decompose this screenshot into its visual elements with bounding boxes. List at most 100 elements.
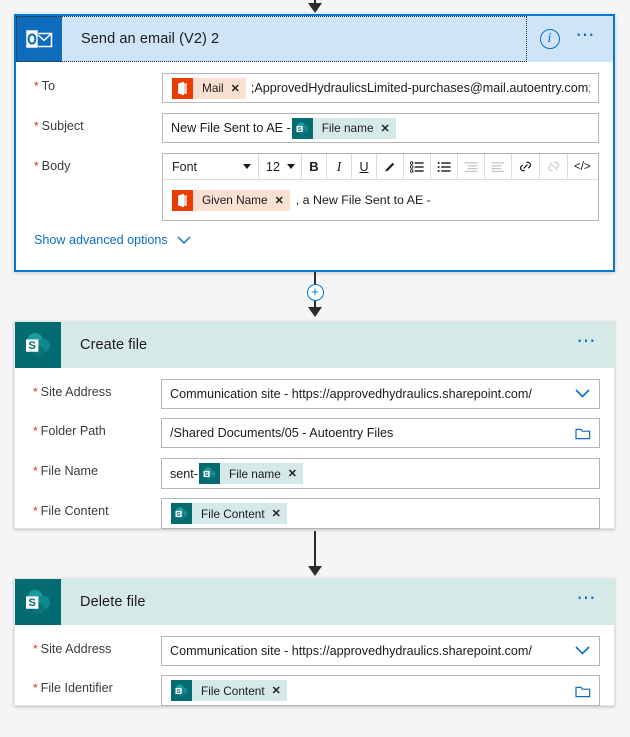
office-365-outlook-icon (172, 77, 193, 99)
folder-path-value: /Shared Documents/05 - Autoentry Files (170, 426, 394, 440)
row-body: * Body Font 12 B I U </> Given Name ✕ , … (16, 143, 613, 221)
label-file-content: * File Content (33, 504, 109, 518)
folder-picker-icon[interactable] (569, 684, 591, 698)
folder-path-field[interactable]: /Shared Documents/05 - Autoentry Files (161, 418, 600, 448)
token-file-name-body: File name ✕ (220, 463, 304, 484)
token-file-content[interactable]: S File Content ✕ (171, 503, 287, 524)
row-file-name: * File Name sent- S File name ✕ (15, 449, 614, 489)
token-remove-icon[interactable]: ✕ (288, 467, 297, 480)
body-content[interactable]: Given Name ✕ , a New File Sent to AE - (163, 180, 598, 220)
label-file-name: * File Name (33, 464, 99, 478)
row-site-address: * Site Address Communication site - https… (15, 625, 614, 666)
sharepoint-icon: S (15, 322, 61, 368)
svg-text:S: S (177, 512, 181, 518)
flow-designer-canvas: Send an email (V2) 2 i ⋯ * To Mail ✕ ;Ap… (0, 0, 630, 737)
unlink-icon[interactable] (540, 154, 568, 179)
token-file-name[interactable]: S File name ✕ (199, 463, 304, 484)
card-delete-file[interactable]: S Delete file ⋯ * Site Address Communicat… (14, 578, 615, 706)
office-365-outlook-icon (172, 189, 193, 211)
row-to: * To Mail ✕ ;ApprovedHydraulicsLimited-p… (16, 62, 613, 103)
more-options-icon[interactable]: ⋯ (577, 332, 599, 351)
label-file-identifier: * File Identifier (33, 681, 113, 695)
sharepoint-icon: S (171, 680, 192, 701)
card-title-send-an-email: Send an email (V2) 2 (81, 31, 220, 47)
required-asterisk: * (33, 385, 38, 399)
file-identifier-field[interactable]: S File Content ✕ (161, 675, 600, 706)
card-create-file[interactable]: S Create file ⋯ * Site Address Communicat… (14, 321, 615, 529)
token-remove-icon[interactable]: ✕ (381, 122, 390, 135)
body-trailing-text: , a New File Sent to AE - (295, 193, 431, 207)
show-advanced-options-button[interactable]: Show advanced options (16, 221, 613, 247)
file-name-field[interactable]: sent- S File name ✕ (161, 458, 600, 489)
row-file-content: * File Content S File Content ✕ (15, 489, 614, 529)
subject-field[interactable]: New File Sent to AE - S File name ✕ (162, 113, 599, 143)
connector-top (0, 0, 630, 13)
chevron-down-icon[interactable] (568, 644, 591, 659)
label-to: * To (34, 79, 55, 93)
required-asterisk: * (33, 681, 38, 695)
show-advanced-options-label: Show advanced options (34, 233, 168, 247)
card-header-delete-file[interactable]: S Delete file ⋯ (15, 579, 614, 625)
card-header-create-file[interactable]: S Create file ⋯ (15, 322, 614, 368)
to-field[interactable]: Mail ✕ ;ApprovedHydraulicsLimited-purcha… (162, 73, 599, 103)
sharepoint-icon: S (291, 117, 313, 139)
more-options-icon[interactable]: ⋯ (577, 589, 599, 608)
chevron-down-icon (176, 233, 192, 247)
token-file-content-body: File Content ✕ (192, 680, 287, 701)
site-address-dropdown[interactable]: Communication site - https://approvedhyd… (161, 379, 600, 409)
bold-icon[interactable]: B (302, 154, 327, 179)
chevron-down-icon[interactable] (568, 387, 591, 402)
underline-icon[interactable]: U (352, 154, 377, 179)
arrow-down-icon (308, 307, 322, 317)
chevron-down-icon (243, 164, 251, 169)
text-color-icon[interactable] (377, 154, 404, 179)
token-mail-body: Mail ✕ (193, 77, 246, 99)
link-icon[interactable] (512, 154, 540, 179)
card-body-create-file: * Site Address Communication site - https… (15, 368, 614, 529)
svg-text:S: S (28, 597, 36, 609)
subject-text: New File Sent to AE - (171, 121, 291, 135)
token-remove-icon[interactable]: ✕ (275, 194, 284, 207)
token-file-name-body: File name ✕ (312, 117, 396, 139)
body-rich-text-editor[interactable]: Font 12 B I U </> Given Name ✕ , a New F… (162, 153, 599, 221)
row-subject: * Subject New File Sent to AE - S File n… (16, 103, 613, 143)
sharepoint-icon: S (15, 579, 61, 625)
rte-toolbar: Font 12 B I U </> (163, 154, 598, 180)
more-options-icon[interactable]: ⋯ (576, 26, 598, 45)
token-remove-icon[interactable]: ✕ (272, 507, 281, 520)
add-step-plus-icon[interactable]: + (306, 284, 324, 301)
card-send-an-email[interactable]: Send an email (V2) 2 i ⋯ * To Mail ✕ ;Ap… (14, 14, 615, 272)
card-header-actions: i ⋯ (539, 26, 614, 49)
font-family-select[interactable]: Font (163, 154, 259, 179)
outdent-icon[interactable] (458, 154, 485, 179)
card-header-send-an-email[interactable]: Send an email (V2) 2 i ⋯ (16, 16, 613, 62)
indent-icon[interactable] (485, 154, 512, 179)
numbered-list-icon[interactable] (431, 154, 458, 179)
token-remove-icon[interactable]: ✕ (272, 684, 281, 697)
italic-icon[interactable]: I (327, 154, 352, 179)
file-content-field[interactable]: S File Content ✕ (161, 498, 600, 529)
label-site-address: * Site Address (33, 385, 112, 399)
connector-email-to-create: + (0, 272, 630, 317)
code-view-icon[interactable]: </> (568, 154, 597, 179)
card-header-actions: ⋯ (577, 589, 615, 608)
font-size-select[interactable]: 12 (259, 154, 302, 179)
token-file-content[interactable]: S File Content ✕ (171, 680, 287, 701)
token-mail[interactable]: Mail ✕ (172, 77, 246, 99)
card-header-actions: ⋯ (577, 332, 615, 351)
token-given-name[interactable]: Given Name ✕ (172, 189, 290, 211)
label-site-address: * Site Address (33, 642, 112, 656)
site-address-value: Communication site - https://approvedhyd… (170, 644, 532, 658)
site-address-dropdown[interactable]: Communication site - https://approvedhyd… (161, 636, 600, 666)
token-file-name[interactable]: S File name ✕ (291, 117, 396, 139)
card-body-send-an-email: * To Mail ✕ ;ApprovedHydraulicsLimited-p… (16, 62, 613, 247)
outlook-icon (16, 16, 62, 62)
svg-text:S: S (28, 340, 36, 352)
info-icon[interactable]: i (539, 29, 560, 49)
label-subject: * Subject (34, 119, 84, 133)
svg-text:S: S (297, 126, 301, 132)
folder-picker-icon[interactable] (569, 426, 591, 440)
arrow-down-icon (308, 3, 322, 13)
bulleted-list-icon[interactable] (404, 154, 431, 179)
token-remove-icon[interactable]: ✕ (231, 82, 240, 95)
